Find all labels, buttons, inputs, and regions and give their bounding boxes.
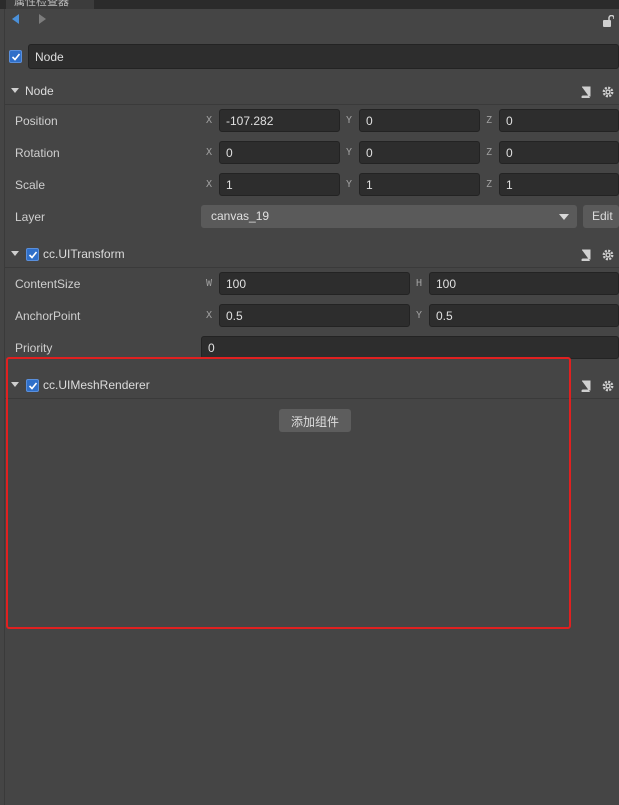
layer-edit-label: Edit (592, 209, 613, 223)
anchorpoint-x-value: 0.5 (226, 309, 243, 323)
node-active-checkbox[interactable] (9, 50, 22, 63)
rotation-z-input[interactable]: 0 (499, 141, 619, 164)
axis-x-label: X (206, 147, 213, 158)
rotation-x-value: 0 (226, 146, 233, 160)
layer-select[interactable]: canvas_19 (201, 205, 577, 228)
contentsize-h-input[interactable]: 100 (429, 272, 619, 295)
collapse-triangle-icon[interactable] (11, 251, 19, 256)
rotation-y-input[interactable]: 0 (359, 141, 480, 164)
uitransform-section-title: cc.UITransform (43, 247, 125, 261)
contentsize-w-input[interactable]: 100 (219, 272, 410, 295)
priority-label: Priority (15, 341, 53, 355)
axis-y-label: Y (416, 310, 423, 321)
panel-left-border (4, 9, 5, 805)
position-label: Position (15, 114, 58, 128)
back-arrow-icon[interactable] (12, 14, 19, 24)
axis-z-label: Z (486, 147, 493, 158)
layer-select-value: canvas_19 (211, 209, 270, 223)
node-section-title: Node (25, 84, 54, 98)
axis-y-label: Y (346, 115, 353, 126)
scale-z-value: 1 (506, 178, 513, 192)
axis-y-label: Y (346, 147, 353, 158)
contentsize-label: ContentSize (15, 277, 81, 291)
position-y-value: 0 (366, 114, 373, 128)
check-icon (28, 250, 37, 259)
rotation-label: Rotation (15, 146, 60, 160)
rotation-x-input[interactable]: 0 (219, 141, 340, 164)
collapse-triangle-icon[interactable] (11, 88, 19, 93)
contentsize-h-value: 100 (436, 277, 457, 291)
highlight-annotation-box (6, 357, 571, 629)
position-x-value: -107.282 (226, 114, 274, 128)
rotation-y-value: 0 (366, 146, 373, 160)
axis-w-label: W (206, 278, 213, 289)
layer-edit-button[interactable]: Edit (583, 205, 619, 228)
axis-z-label: Z (486, 179, 493, 190)
help-book-icon[interactable] (580, 249, 592, 261)
axis-z-label: Z (486, 115, 493, 126)
scale-x-input[interactable]: 1 (219, 173, 340, 196)
axis-x-label: X (206, 179, 213, 190)
position-x-input[interactable]: -107.282 (219, 109, 340, 132)
anchorpoint-label: AnchorPoint (15, 309, 81, 323)
layer-label: Layer (15, 210, 46, 224)
axis-x-label: X (206, 115, 213, 126)
uitransform-section-header[interactable]: cc.UITransform (5, 243, 619, 265)
anchorpoint-y-input[interactable]: 0.5 (429, 304, 619, 327)
axis-y-label: Y (346, 179, 353, 190)
gear-icon[interactable] (602, 249, 614, 261)
anchorpoint-y-value: 0.5 (436, 309, 453, 323)
check-icon (11, 52, 20, 61)
gear-icon[interactable] (602, 380, 614, 392)
gear-icon[interactable] (602, 86, 614, 98)
rotation-z-value: 0 (506, 146, 513, 160)
priority-input[interactable]: 0 (201, 336, 619, 359)
section-divider (5, 104, 619, 105)
help-book-icon[interactable] (580, 86, 592, 98)
position-z-value: 0 (506, 114, 513, 128)
section-divider (5, 267, 619, 268)
dropdown-caret-icon (559, 214, 569, 220)
tab-inspector-label: 属性检查器 (14, 0, 69, 8)
position-y-input[interactable]: 0 (359, 109, 480, 132)
contentsize-w-value: 100 (226, 277, 247, 291)
axis-h-label: H (416, 278, 423, 289)
scale-y-input[interactable]: 1 (359, 173, 480, 196)
position-z-input[interactable]: 0 (499, 109, 619, 132)
scale-x-value: 1 (226, 178, 233, 192)
uitransform-enabled-checkbox[interactable] (26, 248, 39, 261)
node-name-input[interactable]: Node (28, 44, 619, 69)
axis-x-label: X (206, 310, 213, 321)
scale-label: Scale (15, 178, 46, 192)
tab-inspector[interactable]: 属性检查器 (6, 0, 94, 9)
anchorpoint-x-input[interactable]: 0.5 (219, 304, 410, 327)
help-book-icon[interactable] (580, 380, 592, 392)
priority-value: 0 (208, 341, 215, 355)
scale-y-value: 1 (366, 178, 373, 192)
node-section-header[interactable]: Node (5, 80, 619, 102)
unlock-icon[interactable] (602, 15, 614, 27)
scale-z-input[interactable]: 1 (499, 173, 619, 196)
forward-arrow-icon[interactable] (39, 14, 46, 24)
node-name-value: Node (35, 50, 64, 64)
